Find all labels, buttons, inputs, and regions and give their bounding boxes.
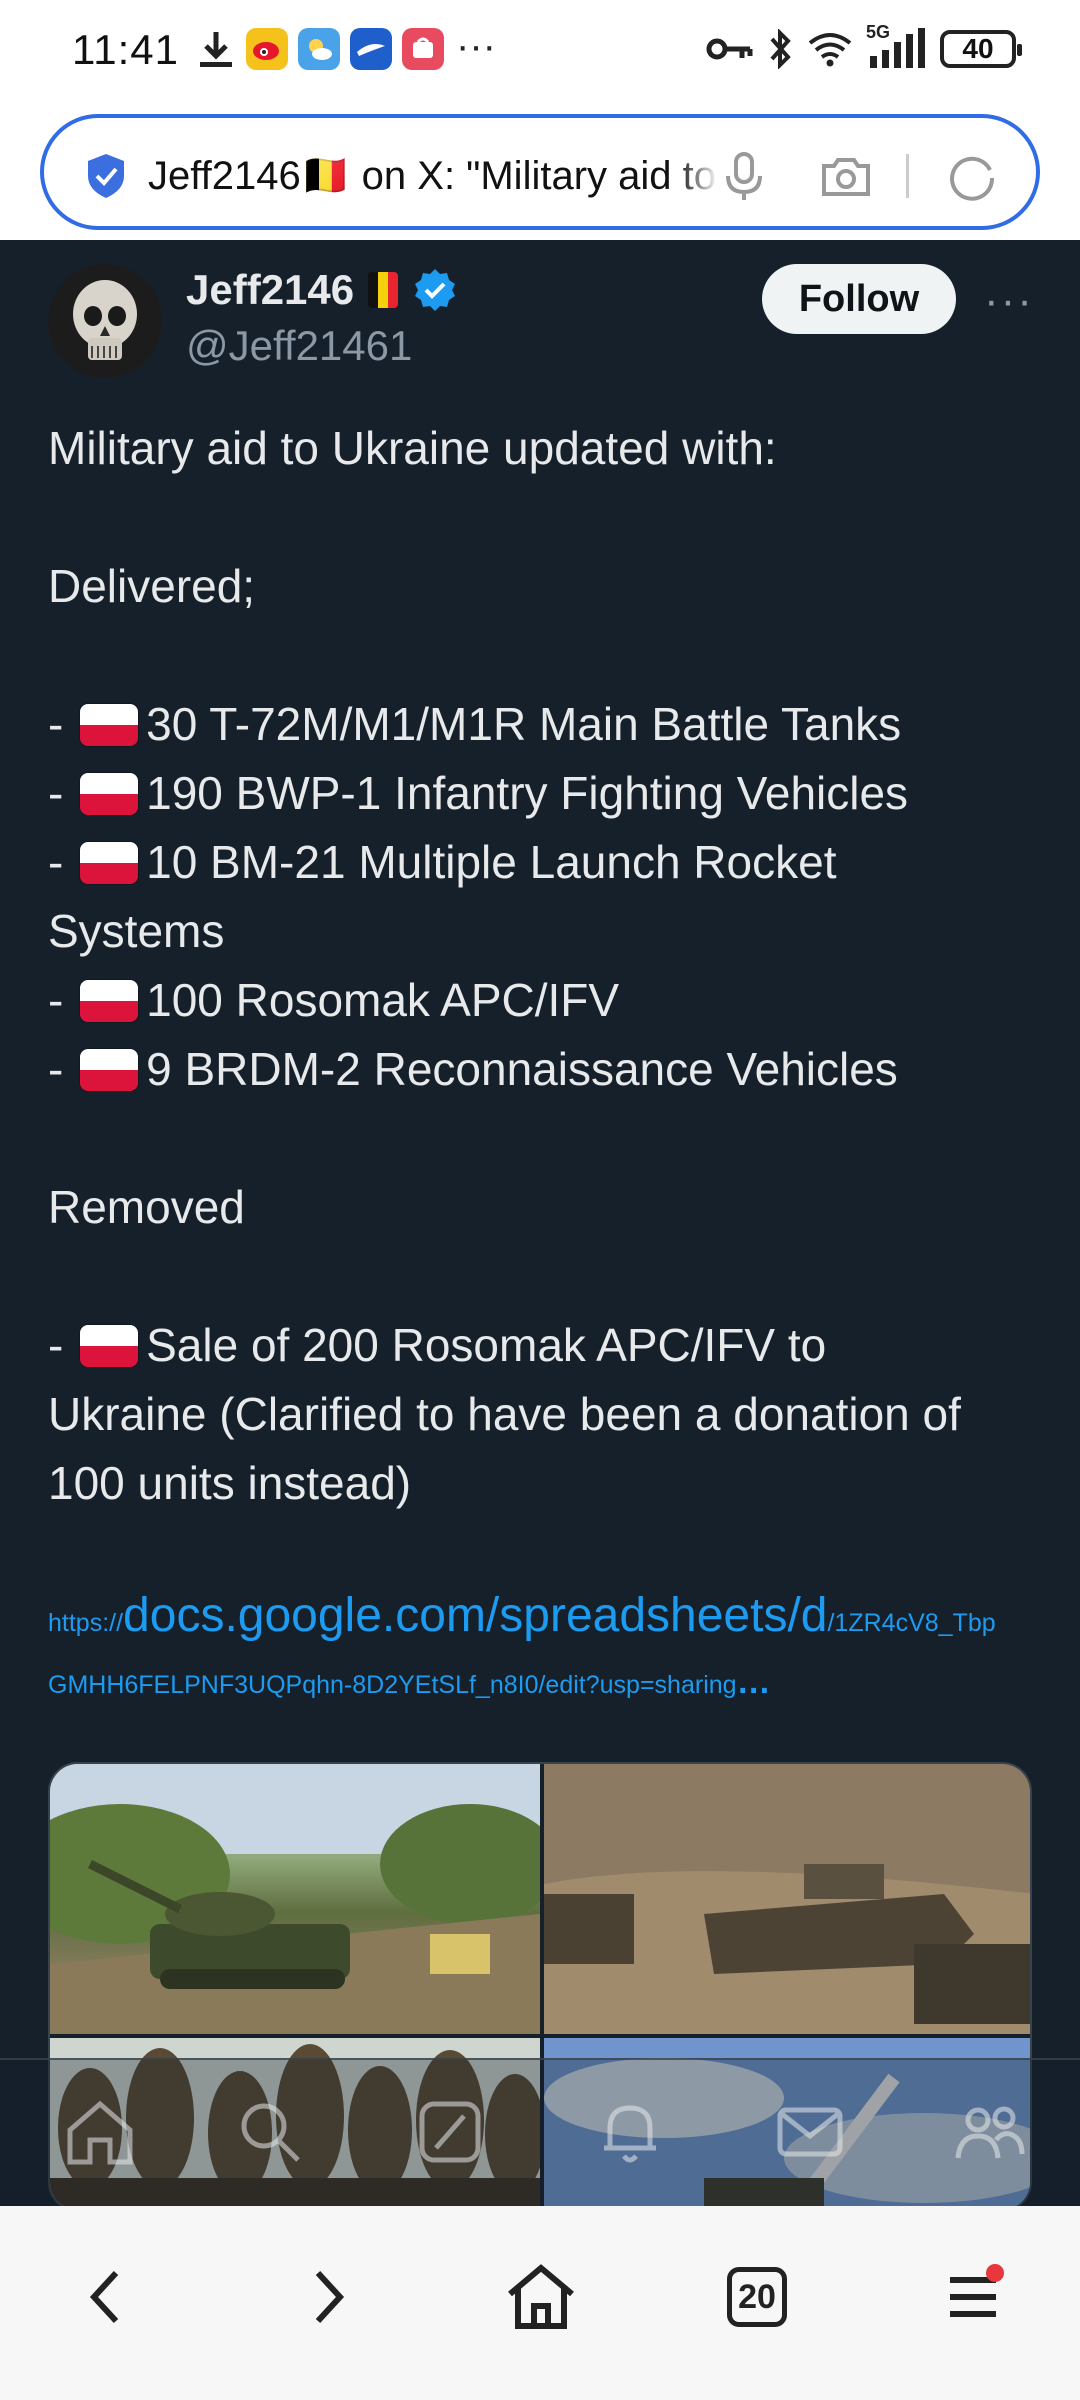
tweet-list-item: - 10 BM-21 Multiple Launch Rocket	[48, 836, 837, 888]
system-icons: 5G 40	[706, 22, 1022, 70]
poland-flag-icon	[80, 842, 139, 884]
tweet-line: Delivered;	[48, 560, 256, 612]
browser-toolbar: 20	[0, 2206, 1080, 2400]
tweet-list-item: - Sale of 200 Rosomak APC/IFV to	[48, 1319, 827, 1371]
tweet-line: Systems	[48, 905, 225, 957]
huawei-app-icon	[402, 28, 444, 70]
vpn-key-icon	[706, 38, 753, 60]
search-icon[interactable]	[230, 2092, 310, 2172]
forward-arrow-icon	[315, 2270, 345, 2324]
reload-icon[interactable]	[944, 148, 1000, 204]
tweet-line: Removed	[48, 1181, 245, 1233]
weibo-app-icon	[246, 28, 288, 70]
more-options-button[interactable]: ···	[984, 276, 1034, 326]
tweet-list-item: - 190 BWP-1 Infantry Fighting Vehicles	[48, 767, 909, 819]
link-domain[interactable]: docs.google.com/spreadsheets/d	[123, 1589, 827, 1642]
tweet-line: 100 units instead)	[48, 1457, 412, 1509]
tweet-line: Military aid to Ukraine updated with:	[48, 422, 777, 474]
tweet-line	[48, 621, 1038, 690]
poland-flag-icon	[80, 1049, 139, 1091]
home-button[interactable]	[496, 2252, 586, 2342]
follow-button[interactable]: Follow	[762, 264, 956, 334]
verified-badge-icon	[415, 269, 456, 311]
tweet-line	[48, 1242, 1038, 1311]
author-name-row: Jeff2146	[186, 266, 458, 314]
status-bar: 11:41 ··· 5G 40	[0, 0, 1080, 104]
security-shield-icon[interactable]	[84, 152, 128, 200]
camera-icon[interactable]	[818, 148, 874, 204]
tweet-line: Ukraine (Clarified to have been a donati…	[48, 1388, 961, 1440]
tabs-count-badge: 20	[727, 2267, 787, 2327]
belgium-flag-icon	[368, 272, 399, 308]
airline-app-icon	[350, 28, 392, 70]
skull-avatar-image	[48, 264, 162, 378]
link-ellipsis[interactable]: …	[737, 1663, 771, 1701]
address-bar-divider	[906, 154, 909, 198]
tweet-list-item: - 100 Rosomak APC/IFV	[48, 974, 620, 1026]
messages-envelope-icon[interactable]	[770, 2092, 850, 2172]
back-arrow-icon	[89, 2270, 119, 2324]
tweet-line	[48, 483, 1038, 552]
infantry-vehicle-photo[interactable]	[544, 1764, 1030, 2034]
notification-dot	[986, 2264, 1004, 2282]
menu-button[interactable]	[928, 2252, 1018, 2342]
tweet-list-item: - 30 T-72M/M1/M1R Main Battle Tanks	[48, 698, 902, 750]
status-time: 11:41	[72, 26, 179, 73]
link-protocol[interactable]: https://	[48, 1609, 123, 1637]
status-more-indicator: ···	[456, 24, 496, 68]
avatar[interactable]	[48, 264, 162, 378]
poland-flag-icon	[80, 980, 139, 1022]
link-path-continued[interactable]: GMHH6FELPNF3UQPqhn-8D2YEtSLf_n8I0/edit?u…	[48, 1671, 737, 1699]
tank-photo[interactable]	[50, 1764, 540, 2034]
poland-flag-icon	[80, 773, 139, 815]
back-button[interactable]	[62, 2252, 152, 2342]
address-bar[interactable]: Jeff2146🇧🇪 on X: "Military aid to Ukrain…	[40, 114, 1040, 230]
tweet-line	[48, 1104, 1038, 1173]
author-display-name[interactable]: Jeff2146	[186, 266, 354, 314]
tabs-button[interactable]: 20	[712, 2252, 802, 2342]
tweet-text: Military aid to Ukraine updated with: De…	[48, 414, 1038, 1518]
notification-icons	[196, 28, 444, 70]
wifi-icon	[808, 33, 852, 67]
notifications-bell-icon[interactable]	[590, 2092, 670, 2172]
browser-home-icon	[508, 2264, 574, 2329]
spreadsheet-link[interactable]: https://docs.google.com/spreadsheets/d/1…	[48, 1588, 1038, 1702]
tweet-list-item: - 9 BRDM-2 Reconnaissance Vehicles	[48, 1043, 898, 1095]
url-text[interactable]: Jeff2146🇧🇪 on X: "Military aid to Ukrain…	[148, 152, 718, 202]
forward-button[interactable]	[282, 2252, 372, 2342]
x-bottom-navigation	[0, 2058, 1080, 2206]
download-icon	[200, 32, 232, 67]
link-path[interactable]: /1ZR4cV8_Tbp	[827, 1609, 995, 1637]
microphone-icon[interactable]	[716, 148, 772, 204]
poland-flag-icon	[80, 704, 139, 746]
cellular-signal-icon: 5G	[866, 22, 926, 70]
home-icon[interactable]	[60, 2092, 140, 2172]
browser-address-area: Jeff2146🇧🇪 on X: "Military aid to Ukrain…	[0, 104, 1080, 240]
author-handle[interactable]: @Jeff21461	[186, 322, 412, 370]
communities-icon[interactable]	[950, 2092, 1030, 2172]
poland-flag-icon	[80, 1325, 139, 1367]
bluetooth-icon	[770, 29, 791, 69]
grok-icon[interactable]	[410, 2092, 490, 2172]
weather-app-icon	[298, 28, 340, 70]
battery-indicator: 40	[940, 30, 1022, 68]
